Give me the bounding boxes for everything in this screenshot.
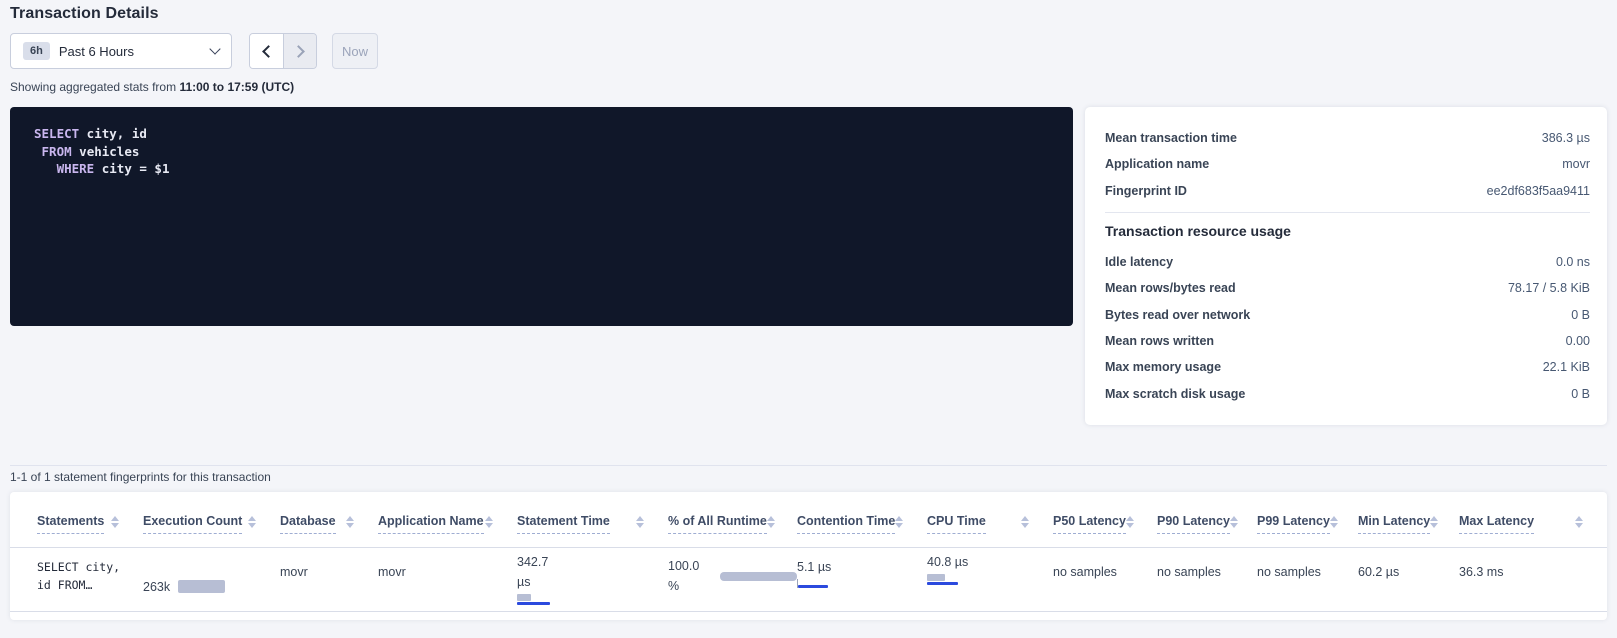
- summary-label: Application name: [1105, 157, 1209, 171]
- summary-value: 0 B: [1571, 387, 1590, 401]
- column-header-execution-count[interactable]: Execution Count: [143, 514, 280, 534]
- sql-keyword: WHERE: [57, 161, 95, 176]
- application-name-cell: movr: [378, 548, 517, 611]
- now-button[interactable]: Now: [332, 33, 378, 69]
- chevron-left-icon: [262, 45, 275, 58]
- time-range-label: Past 6 Hours: [59, 44, 211, 59]
- aggregation-range: 11:00 to 17:59 (UTC): [179, 80, 294, 94]
- previous-interval-button[interactable]: [250, 34, 283, 68]
- section-divider: [10, 465, 1607, 466]
- summary-row: Mean rows/bytes read 78.17 / 5.8 KiB: [1105, 275, 1590, 301]
- pct-runtime-cell: 100.0 %: [668, 548, 797, 611]
- transaction-summary-card: Mean transaction time 386.3 µs Applicati…: [1085, 107, 1607, 425]
- sort-icon[interactable]: [485, 516, 493, 528]
- summary-value: 0 B: [1571, 308, 1590, 322]
- column-header-p50-latency[interactable]: P50 Latency: [1053, 514, 1157, 534]
- time-controls: 6h Past 6 Hours Now: [10, 33, 378, 69]
- pct-runtime-bar: [720, 572, 797, 581]
- p90-latency-cell: no samples: [1157, 548, 1257, 611]
- statement-link[interactable]: SELECT city, id FROM…: [37, 548, 143, 611]
- summary-row: Fingerprint ID ee2df683f5aa9411: [1105, 178, 1590, 204]
- column-header-cpu-time[interactable]: CPU Time: [927, 514, 1053, 534]
- summary-row: Max scratch disk usage 0 B: [1105, 380, 1590, 406]
- execution-count-cell: 263k: [143, 548, 280, 611]
- contention-time-cell: 5.1 µs: [797, 548, 927, 611]
- chevron-right-icon: [292, 45, 305, 58]
- column-header-p90-latency[interactable]: P90 Latency: [1157, 514, 1257, 534]
- sort-icon[interactable]: [248, 516, 256, 528]
- summary-row: Idle latency 0.0 ns: [1105, 249, 1590, 275]
- column-header-max-latency[interactable]: Max Latency: [1459, 514, 1607, 534]
- page-title: Transaction Details: [10, 5, 159, 23]
- summary-row: Mean rows written 0.00: [1105, 328, 1590, 354]
- sql-statement-box: SELECT city, id FROM vehicles WHERE city…: [10, 107, 1073, 326]
- time-range-badge: 6h: [23, 42, 50, 60]
- column-header-contention-time[interactable]: Contention Time: [797, 514, 927, 534]
- cpu-time-cell: 40.8 µs: [927, 548, 1053, 611]
- sort-icon[interactable]: [1430, 516, 1438, 528]
- summary-value: movr: [1562, 157, 1590, 171]
- summary-row: Mean transaction time 386.3 µs: [1105, 125, 1590, 151]
- sort-icon[interactable]: [111, 516, 119, 528]
- table-header-row: Statements Execution Count Database Appl…: [10, 492, 1607, 548]
- statement-time-cell: 342.7 µs: [517, 548, 668, 611]
- summary-row: Application name movr: [1105, 151, 1590, 177]
- chevron-down-icon: [209, 43, 220, 54]
- summary-label: Mean rows/bytes read: [1105, 281, 1236, 295]
- sort-icon[interactable]: [1126, 516, 1134, 528]
- sort-icon[interactable]: [346, 516, 354, 528]
- sql-keyword: FROM: [42, 144, 72, 159]
- max-latency-cell: 36.3 ms: [1459, 548, 1607, 611]
- summary-label: Mean rows written: [1105, 334, 1214, 348]
- column-header-min-latency[interactable]: Min Latency: [1358, 514, 1459, 534]
- summary-value: 78.17 / 5.8 KiB: [1508, 281, 1590, 295]
- column-header-p99-latency[interactable]: P99 Latency: [1257, 514, 1358, 534]
- next-interval-button[interactable]: [283, 34, 316, 68]
- p50-latency-cell: no samples: [1053, 548, 1157, 611]
- statements-table: Statements Execution Count Database Appl…: [10, 492, 1607, 620]
- aggregation-note: Showing aggregated stats from 11:00 to 1…: [10, 80, 294, 94]
- sort-icon[interactable]: [1575, 516, 1583, 528]
- statements-count-caption: 1-1 of 1 statement fingerprints for this…: [10, 470, 271, 484]
- summary-label: Fingerprint ID: [1105, 184, 1187, 198]
- statement-time-bar-chart: [517, 594, 668, 605]
- summary-label: Bytes read over network: [1105, 308, 1250, 322]
- summary-label: Mean transaction time: [1105, 131, 1237, 145]
- sql-keyword: SELECT: [34, 126, 79, 141]
- cpu-time-bar-chart: [927, 574, 1053, 585]
- sort-icon[interactable]: [767, 516, 775, 528]
- summary-value: 22.1 KiB: [1543, 360, 1590, 374]
- column-header-statement-time[interactable]: Statement Time: [517, 514, 668, 534]
- summary-label: Max memory usage: [1105, 360, 1221, 374]
- contention-time-chart: [797, 579, 827, 588]
- resource-usage-title: Transaction resource usage: [1105, 223, 1590, 239]
- summary-label: Max scratch disk usage: [1105, 387, 1245, 401]
- sort-icon[interactable]: [1230, 516, 1238, 528]
- database-cell: movr: [280, 548, 378, 611]
- min-latency-cell: 60.2 µs: [1358, 548, 1459, 611]
- sort-icon[interactable]: [1021, 516, 1029, 528]
- sort-icon[interactable]: [895, 516, 903, 528]
- summary-row: Bytes read over network 0 B: [1105, 301, 1590, 327]
- time-step-group: [249, 33, 317, 69]
- sort-icon[interactable]: [1330, 516, 1338, 528]
- summary-value: 386.3 µs: [1542, 131, 1590, 145]
- summary-value: 0.0 ns: [1556, 255, 1590, 269]
- p99-latency-cell: no samples: [1257, 548, 1358, 611]
- column-header-application-name[interactable]: Application Name: [378, 514, 517, 534]
- column-header-statements[interactable]: Statements: [37, 514, 143, 534]
- column-header-database[interactable]: Database: [280, 514, 378, 534]
- summary-value: ee2df683f5aa9411: [1487, 184, 1590, 198]
- time-range-picker[interactable]: 6h Past 6 Hours: [10, 33, 232, 69]
- table-row: SELECT city, id FROM… 263k movr movr 342…: [10, 548, 1607, 612]
- column-header-pct-runtime[interactable]: % of All Runtime: [668, 514, 797, 534]
- execution-count-bar: [178, 580, 225, 593]
- summary-value: 0.00: [1566, 334, 1590, 348]
- sort-icon[interactable]: [636, 516, 644, 528]
- summary-row: Max memory usage 22.1 KiB: [1105, 354, 1590, 380]
- summary-label: Idle latency: [1105, 255, 1173, 269]
- summary-divider: [1105, 212, 1590, 213]
